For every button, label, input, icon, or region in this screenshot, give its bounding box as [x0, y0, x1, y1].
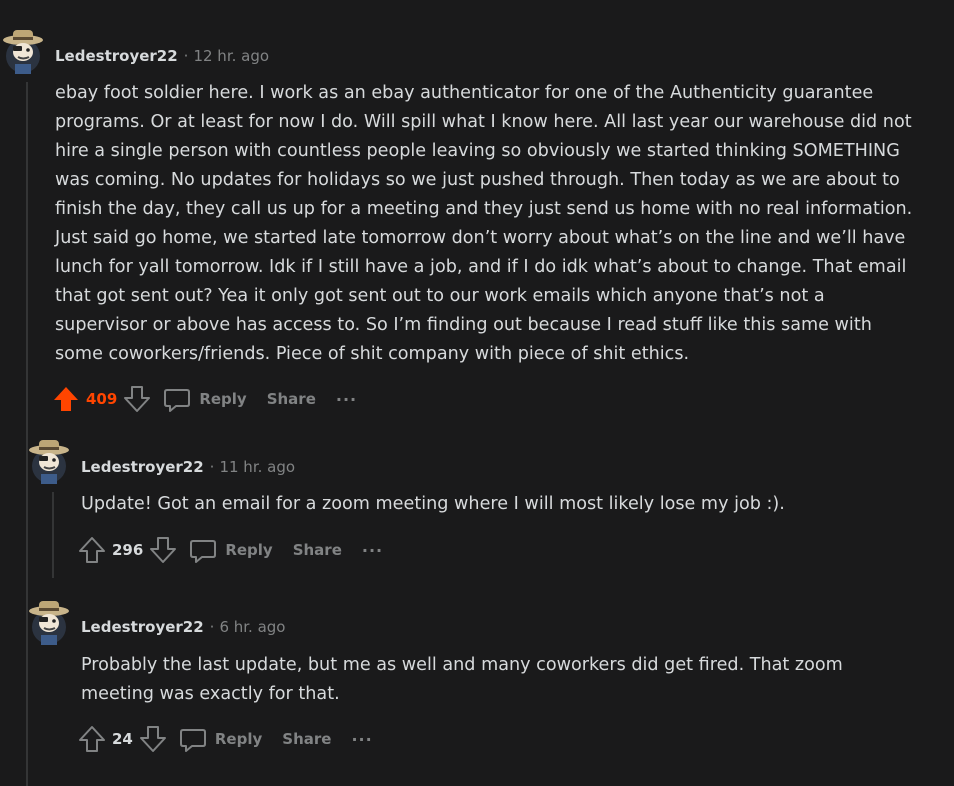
body-line: finish the day, they call us up for a me… — [55, 199, 913, 219]
body-line: ebay foot soldier here. I work as an eba… — [55, 83, 874, 103]
more-options-icon[interactable]: ··· — [362, 541, 383, 560]
body-line: Probably the last update, but me as well… — [81, 655, 843, 675]
timestamp[interactable]: 12 hr. ago — [193, 47, 269, 65]
comment-body: ebay foot soldier here. I work as an eba… — [55, 79, 945, 369]
downvote-icon[interactable] — [149, 536, 177, 564]
author-name[interactable]: Ledestroyer22 — [81, 458, 204, 476]
body-line: was coming. No updates for holidays so w… — [55, 170, 900, 190]
vote-score: 409 — [86, 390, 118, 408]
more-options-icon[interactable]: ··· — [336, 390, 357, 409]
body-line: Update! Got an email for a zoom meeting … — [81, 494, 785, 514]
upvote-icon[interactable] — [78, 725, 106, 753]
author-name[interactable]: Ledestroyer22 — [81, 618, 204, 636]
reply-label: Reply — [199, 390, 247, 408]
comment-actions: 409 Reply Share ··· — [52, 383, 357, 415]
share-button[interactable]: Share — [267, 390, 316, 408]
timestamp[interactable]: 6 hr. ago — [219, 618, 285, 636]
thread-line-root[interactable] — [26, 82, 28, 786]
reply-label: Reply — [225, 541, 273, 559]
comment-actions: 24 Reply Share ··· — [78, 723, 373, 755]
reply-button[interactable]: Reply — [189, 536, 273, 564]
share-button[interactable]: Share — [282, 730, 331, 748]
body-line: hire a single person with countless peop… — [55, 141, 900, 161]
timestamp[interactable]: 11 hr. ago — [219, 458, 295, 476]
chat-bubble-icon — [164, 389, 191, 412]
body-line: meeting was exactly for that. — [81, 684, 340, 704]
body-line: programs. Or at least for now I do. Will… — [55, 112, 912, 132]
chat-bubble-icon — [190, 540, 217, 563]
comment-meta: Ledestroyer22 · 11 hr. ago — [81, 456, 295, 478]
thread-line-reply[interactable] — [52, 492, 54, 578]
comment-body: Probably the last update, but me as well… — [81, 651, 941, 709]
author-name[interactable]: Ledestroyer22 — [55, 47, 178, 65]
reply-button[interactable]: Reply — [163, 385, 247, 413]
comment-meta: Ledestroyer22 · 6 hr. ago — [81, 616, 286, 638]
body-line: supervisor or above has access to. So I’… — [55, 315, 872, 335]
comment-actions: 296 Reply Share ··· — [78, 534, 383, 566]
upvote-icon[interactable] — [78, 536, 106, 564]
downvote-icon[interactable] — [123, 385, 151, 413]
vote-score: 24 — [112, 730, 133, 748]
comment-meta: Ledestroyer22 · 12 hr. ago — [55, 45, 269, 67]
upvote-icon[interactable] — [52, 385, 80, 413]
avatar[interactable] — [2, 26, 44, 74]
avatar[interactable] — [28, 597, 70, 645]
reply-label: Reply — [214, 730, 263, 748]
vote-score: 296 — [112, 541, 144, 559]
reply-button[interactable]: Reply — [179, 725, 262, 753]
separator-dot: · — [209, 458, 215, 476]
body-line: lunch for yall tomorrow. Idk if I still … — [55, 257, 907, 277]
comment-thread: Ledestroyer22 · 12 hr. ago ebay foot soldi… — [0, 0, 954, 786]
separator-dot: · — [209, 618, 215, 636]
body-line: that got sent out? Yea it only got sent … — [55, 286, 825, 306]
more-options-icon[interactable]: ··· — [351, 730, 372, 749]
chat-bubble-icon — [179, 729, 206, 752]
body-line: Just said go home, we started late tomor… — [55, 228, 906, 248]
downvote-icon[interactable] — [139, 725, 167, 753]
separator-dot: · — [183, 47, 189, 65]
body-line: some coworkers/friends. Piece of shit co… — [55, 344, 690, 364]
avatar[interactable] — [28, 436, 70, 484]
share-button[interactable]: Share — [293, 541, 342, 559]
comment-body: Update! Got an email for a zoom meeting … — [81, 490, 941, 519]
